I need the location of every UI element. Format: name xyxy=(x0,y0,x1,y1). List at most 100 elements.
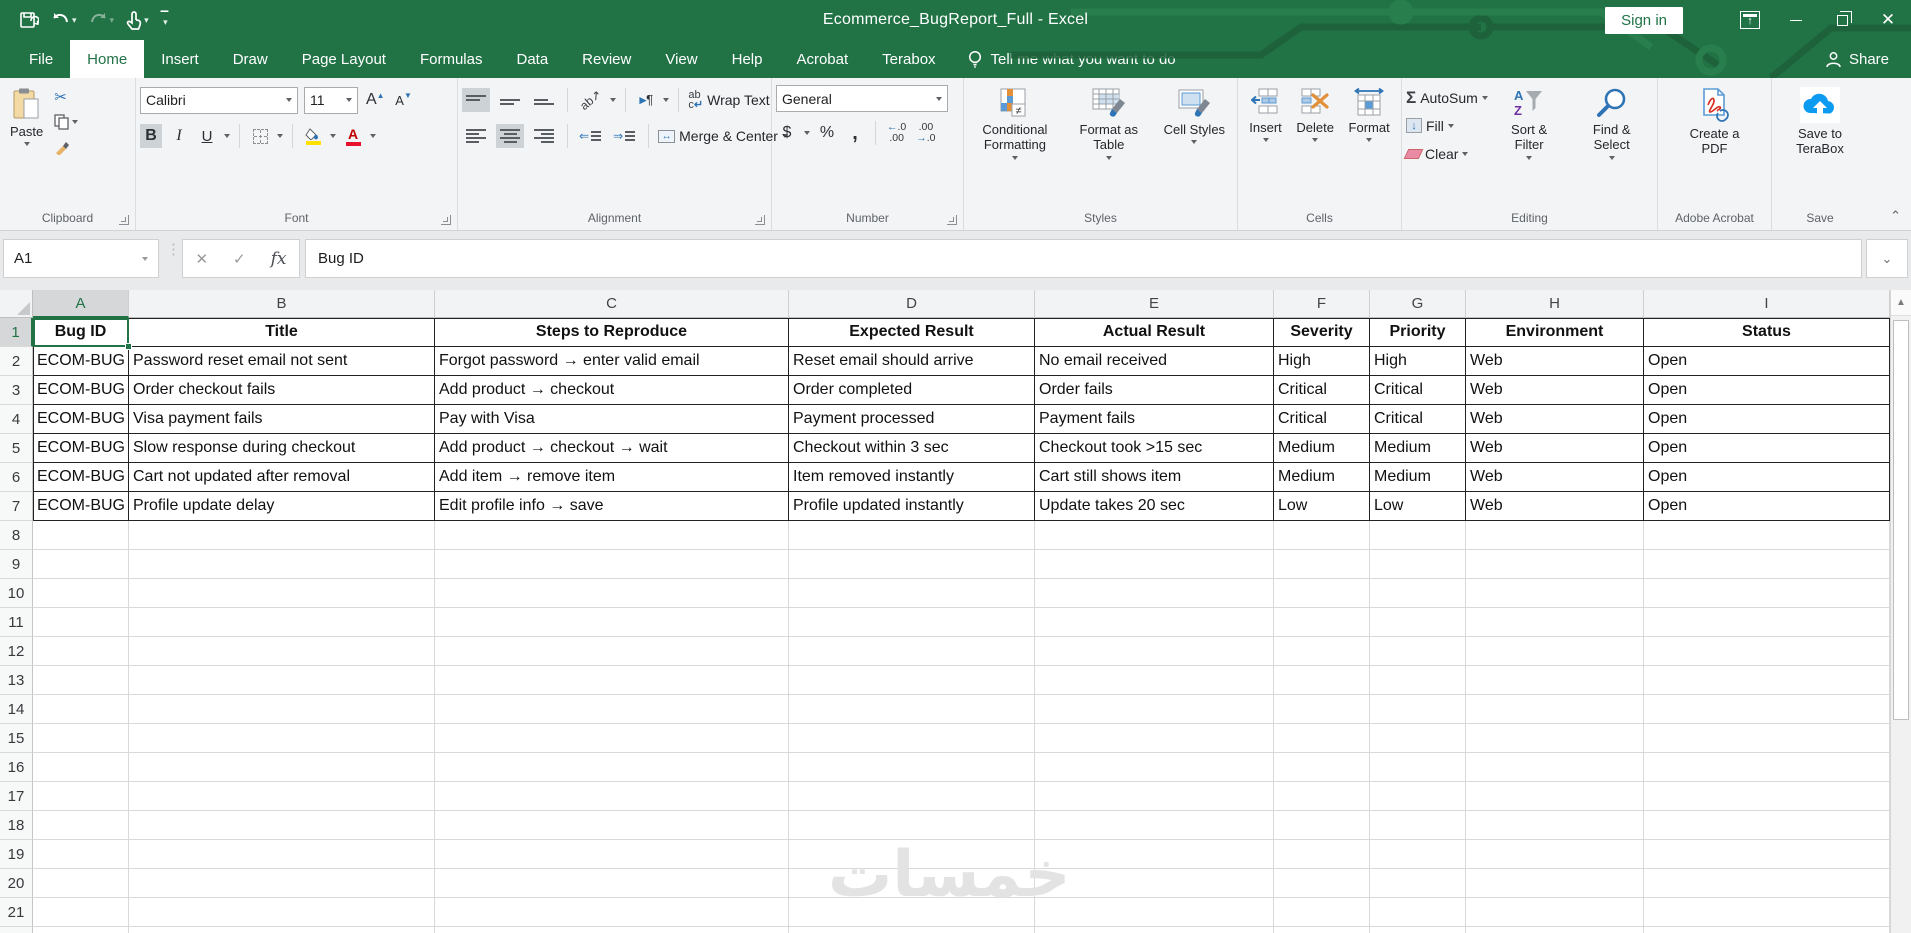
cell-A5[interactable]: ECOM-BUG xyxy=(33,434,129,463)
cell-I17[interactable] xyxy=(1644,782,1890,811)
cell-B21[interactable] xyxy=(129,898,435,927)
cell-C17[interactable] xyxy=(435,782,789,811)
tell-me-box[interactable]: Tell me what you want to do xyxy=(953,40,1190,78)
cell-G5[interactable]: Medium xyxy=(1370,434,1466,463)
text-direction-caret-icon[interactable] xyxy=(663,98,670,102)
cell-D4[interactable]: Payment processed xyxy=(789,405,1035,434)
cell-F8[interactable] xyxy=(1274,521,1370,550)
cell-G18[interactable] xyxy=(1370,811,1466,840)
tab-home[interactable]: Home xyxy=(70,40,145,78)
cell-H11[interactable] xyxy=(1466,608,1644,637)
clear-caret-icon[interactable] xyxy=(1462,151,1469,156)
column-header-H[interactable]: H xyxy=(1466,290,1644,318)
cell-C9[interactable] xyxy=(435,550,789,579)
tab-page-layout[interactable]: Page Layout xyxy=(285,40,403,78)
fill-handle[interactable] xyxy=(125,343,132,350)
format-caret-icon[interactable] xyxy=(1366,138,1373,143)
cell-C18[interactable] xyxy=(435,811,789,840)
align-center-button[interactable] xyxy=(496,124,524,148)
cell-B14[interactable] xyxy=(129,695,435,724)
cell-A22[interactable] xyxy=(33,927,129,933)
row-header-2[interactable]: 2 xyxy=(0,347,33,376)
cell-E19[interactable] xyxy=(1035,840,1274,869)
cell-H21[interactable] xyxy=(1466,898,1644,927)
tab-review[interactable]: Review xyxy=(565,40,648,78)
cell-B4[interactable]: Visa payment fails xyxy=(129,405,435,434)
cell-D3[interactable]: Order completed xyxy=(789,376,1035,405)
clear-button[interactable]: Clear xyxy=(1403,142,1488,165)
cell-F14[interactable] xyxy=(1274,695,1370,724)
cell-E7[interactable]: Update takes 20 sec xyxy=(1035,492,1274,521)
cell-A8[interactable] xyxy=(33,521,129,550)
format-as-table-caret-icon[interactable] xyxy=(1105,155,1112,160)
cell-H5[interactable]: Web xyxy=(1466,434,1644,463)
undo-button[interactable]: ▾ xyxy=(46,6,82,34)
cell-F9[interactable] xyxy=(1274,550,1370,579)
cell-F4[interactable]: Critical xyxy=(1274,405,1370,434)
fill-color-caret-icon[interactable] xyxy=(330,134,336,138)
cell-H16[interactable] xyxy=(1466,753,1644,782)
autosum-button[interactable]: Σ AutoSum xyxy=(1406,86,1488,109)
customize-qat-button[interactable]: ▔ ▾ xyxy=(156,6,174,34)
cell-G15[interactable] xyxy=(1370,724,1466,753)
font-color-caret-icon[interactable] xyxy=(370,134,376,138)
orientation-button[interactable]: ab↗ xyxy=(577,87,604,113)
cell-C8[interactable] xyxy=(435,521,789,550)
find-select-caret-icon[interactable] xyxy=(1608,155,1615,160)
cell-H6[interactable]: Web xyxy=(1466,463,1644,492)
minimize-button[interactable] xyxy=(1773,0,1819,40)
cell-F1[interactable]: Severity xyxy=(1274,318,1370,347)
cell-B3[interactable]: Order checkout fails xyxy=(129,376,435,405)
conditional-formatting-button[interactable]: ≠ Conditional Formatting xyxy=(970,83,1060,206)
number-format-combo[interactable]: General xyxy=(776,85,948,112)
cell-G11[interactable] xyxy=(1370,608,1466,637)
tab-help[interactable]: Help xyxy=(715,40,780,78)
cell-E3[interactable]: Order fails xyxy=(1035,376,1274,405)
cell-F11[interactable] xyxy=(1274,608,1370,637)
collapse-ribbon-button[interactable]: ⌃ xyxy=(1890,208,1901,224)
cell-D13[interactable] xyxy=(789,666,1035,695)
cell-A1[interactable]: Bug ID xyxy=(33,318,132,350)
cell-C13[interactable] xyxy=(435,666,789,695)
cell-H4[interactable]: Web xyxy=(1466,405,1644,434)
name-box-caret-icon[interactable] xyxy=(142,256,148,261)
row-header-7[interactable]: 7 xyxy=(0,492,33,521)
cell-H9[interactable] xyxy=(1466,550,1644,579)
cell-A20[interactable] xyxy=(33,869,129,898)
cell-B18[interactable] xyxy=(129,811,435,840)
cell-B10[interactable] xyxy=(129,579,435,608)
cell-C2[interactable]: Forgot password → enter valid email xyxy=(435,347,789,376)
close-button[interactable]: ✕ xyxy=(1865,0,1911,40)
cell-I6[interactable]: Open xyxy=(1644,463,1890,492)
tab-terabox[interactable]: Terabox xyxy=(865,40,952,78)
undo-caret-icon[interactable]: ▾ xyxy=(72,15,77,26)
cell-G21[interactable] xyxy=(1370,898,1466,927)
enter-icon[interactable]: ✓ xyxy=(233,250,246,268)
cell-B7[interactable]: Profile update delay xyxy=(129,492,435,521)
top-align-button[interactable] xyxy=(462,88,490,112)
cell-E10[interactable] xyxy=(1035,579,1274,608)
row-header-20[interactable]: 20 xyxy=(0,869,33,898)
cell-E8[interactable] xyxy=(1035,521,1274,550)
row-header-10[interactable]: 10 xyxy=(0,579,33,608)
delete-caret-icon[interactable] xyxy=(1312,138,1319,143)
cell-F5[interactable]: Medium xyxy=(1274,434,1370,463)
cell-F12[interactable] xyxy=(1274,637,1370,666)
decrease-font-button[interactable]: A ▼ xyxy=(393,88,415,112)
cell-F16[interactable] xyxy=(1274,753,1370,782)
cell-A9[interactable] xyxy=(33,550,129,579)
cell-B17[interactable] xyxy=(129,782,435,811)
redo-caret-icon[interactable]: ▾ xyxy=(110,15,115,26)
tab-view[interactable]: View xyxy=(648,40,714,78)
cell-A18[interactable] xyxy=(33,811,129,840)
cell-A12[interactable] xyxy=(33,637,129,666)
cell-H3[interactable]: Web xyxy=(1466,376,1644,405)
cell-A4[interactable]: ECOM-BUG xyxy=(33,405,129,434)
format-painter-button[interactable] xyxy=(51,137,81,157)
save-to-terabox-button[interactable]: Save to TeraBox xyxy=(1776,83,1864,206)
cell-I1[interactable]: Status xyxy=(1644,318,1890,347)
row-header-8[interactable]: 8 xyxy=(0,521,33,550)
cell-I13[interactable] xyxy=(1644,666,1890,695)
row-header-3[interactable]: 3 xyxy=(0,376,33,405)
accounting-format-button[interactable]: $ xyxy=(776,121,798,145)
